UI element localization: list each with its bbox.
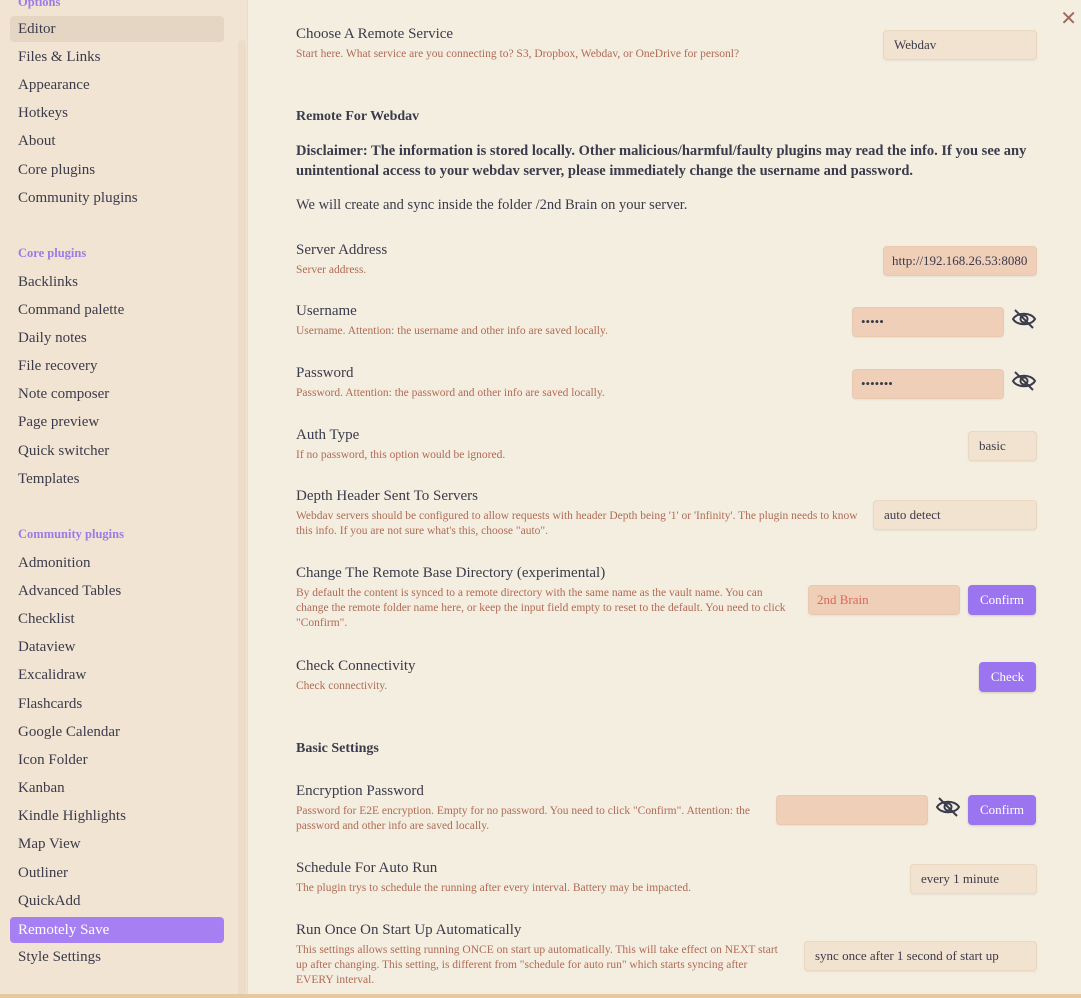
sidebar-item-note-composer[interactable]: Note composer (10, 381, 224, 407)
run-once-startup-dropdown[interactable]: sync once after 1 second of start up (804, 941, 1037, 971)
sidebar-item-files-links[interactable]: Files & Links (10, 44, 224, 70)
setting-auth-type: Auth Type If no password, this option wo… (296, 427, 1033, 463)
sidebar-item-outliner[interactable]: Outliner (10, 860, 224, 886)
sidebar-item-page-preview[interactable]: Page preview (10, 409, 224, 435)
sidebar-item-kindle-highlights[interactable]: Kindle Highlights (10, 803, 224, 829)
setting-desc: This settings allows setting running ONC… (296, 944, 778, 986)
sidebar-scrollbar[interactable] (238, 40, 246, 995)
auth-type-dropdown[interactable]: basic (968, 431, 1037, 461)
sidebar-item-kanban[interactable]: Kanban (10, 775, 224, 801)
sidebar-item-command-palette[interactable]: Command palette (10, 297, 224, 323)
depth-header-dropdown[interactable]: auto detect (873, 500, 1037, 530)
eye-off-icon[interactable] (1011, 369, 1037, 393)
sidebar-item-daily-notes[interactable]: Daily notes (10, 325, 224, 351)
sidebar-item-map-view[interactable]: Map View (10, 831, 224, 857)
username-input[interactable]: ••••• (852, 307, 1004, 337)
setting-desc: Check connectivity. (296, 680, 388, 692)
sidebar-item-remotely-save[interactable]: Remotely Save (10, 917, 224, 943)
options-header: Options (18, 0, 61, 9)
encryption-password-input[interactable] (776, 795, 928, 825)
setting-name: Run Once On Start Up Automatically (296, 922, 522, 938)
folder-note-text: We will create and sync inside the folde… (296, 197, 688, 213)
webdav-section-header: Remote For Webdav (296, 109, 420, 124)
confirm-base-dir-button[interactable]: Confirm (968, 585, 1036, 615)
setting-name: Depth Header Sent To Servers (296, 488, 478, 504)
eye-off-icon[interactable] (1011, 307, 1037, 331)
sidebar-item-dataview[interactable]: Dataview (10, 634, 224, 660)
settings-sidebar: Options Editor Files & Links Appearance … (0, 0, 248, 998)
sidebar-item-style-settings[interactable]: Style Settings (10, 944, 224, 970)
sidebar-item-core-plugins[interactable]: Core plugins (10, 157, 224, 183)
setting-remote-base-dir: Change The Remote Base Directory (experi… (296, 565, 791, 631)
remote-service-dropdown[interactable]: Webdav (883, 30, 1037, 60)
sidebar-item-quick-switcher[interactable]: Quick switcher (10, 438, 224, 464)
basic-settings-header: Basic Settings (296, 741, 379, 756)
setting-desc: Password for E2E encryption. Empty for n… (296, 805, 750, 832)
disclaimer-text: Disclaimer: The information is stored lo… (296, 143, 1027, 179)
sidebar-item-editor[interactable]: Editor (10, 16, 224, 42)
check-connectivity-button[interactable]: Check (979, 662, 1036, 692)
sidebar-item-flashcards[interactable]: Flashcards (10, 691, 224, 717)
sidebar-item-about[interactable]: About (10, 128, 224, 154)
password-input[interactable]: ••••••• (852, 369, 1004, 399)
settings-content: ✕ Choose A Remote Service Start here. Wh… (248, 0, 1081, 998)
core-plugins-header: Core plugins (18, 246, 87, 260)
sidebar-item-google-calendar[interactable]: Google Calendar (10, 719, 224, 745)
sidebar-item-appearance[interactable]: Appearance (10, 72, 224, 98)
sidebar-item-checklist[interactable]: Checklist (10, 606, 224, 632)
sidebar-item-excalidraw[interactable]: Excalidraw (10, 662, 224, 688)
remote-base-dir-input[interactable]: 2nd Brain (808, 585, 960, 615)
eye-off-icon[interactable] (935, 795, 961, 819)
server-address-input[interactable]: http://192.168.26.53:8080 (883, 246, 1037, 276)
sidebar-item-backlinks[interactable]: Backlinks (10, 269, 224, 295)
sidebar-item-hotkeys[interactable]: Hotkeys (10, 100, 224, 126)
sidebar-item-quickadd[interactable]: QuickAdd (10, 888, 224, 914)
community-plugins-header: Community plugins (18, 527, 124, 541)
sidebar-item-icon-folder[interactable]: Icon Folder (10, 747, 224, 773)
window-bottom-edge (0, 994, 1081, 998)
setting-desc: If no password, this option would be ign… (296, 449, 506, 461)
sidebar-item-admonition[interactable]: Admonition (10, 550, 224, 576)
setting-desc: Webdav servers should be configured to a… (296, 510, 858, 537)
setting-check-connectivity: Check Connectivity Check connectivity. (296, 658, 1033, 694)
sidebar-item-file-recovery[interactable]: File recovery (10, 353, 224, 379)
setting-name: Encryption Password (296, 783, 424, 799)
schedule-auto-run-dropdown[interactable]: every 1 minute (910, 864, 1037, 894)
setting-name: Check Connectivity (296, 658, 416, 674)
setting-desc: By default the content is synced to a re… (296, 587, 786, 629)
setting-encryption-password: Encryption Password Password for E2E enc… (296, 783, 761, 834)
setting-depth-header: Depth Header Sent To Servers Webdav serv… (296, 488, 861, 539)
confirm-encryption-button[interactable]: Confirm (968, 795, 1036, 825)
sidebar-item-advanced-tables[interactable]: Advanced Tables (10, 578, 224, 604)
close-icon[interactable]: ✕ (1060, 6, 1077, 30)
sidebar-item-templates[interactable]: Templates (10, 466, 224, 492)
setting-name: Change The Remote Base Directory (experi… (296, 565, 606, 581)
sidebar-item-community-plugins[interactable]: Community plugins (10, 185, 224, 211)
setting-run-once-startup: Run Once On Start Up Automatically This … (296, 922, 786, 988)
setting-name: Auth Type (296, 427, 360, 443)
